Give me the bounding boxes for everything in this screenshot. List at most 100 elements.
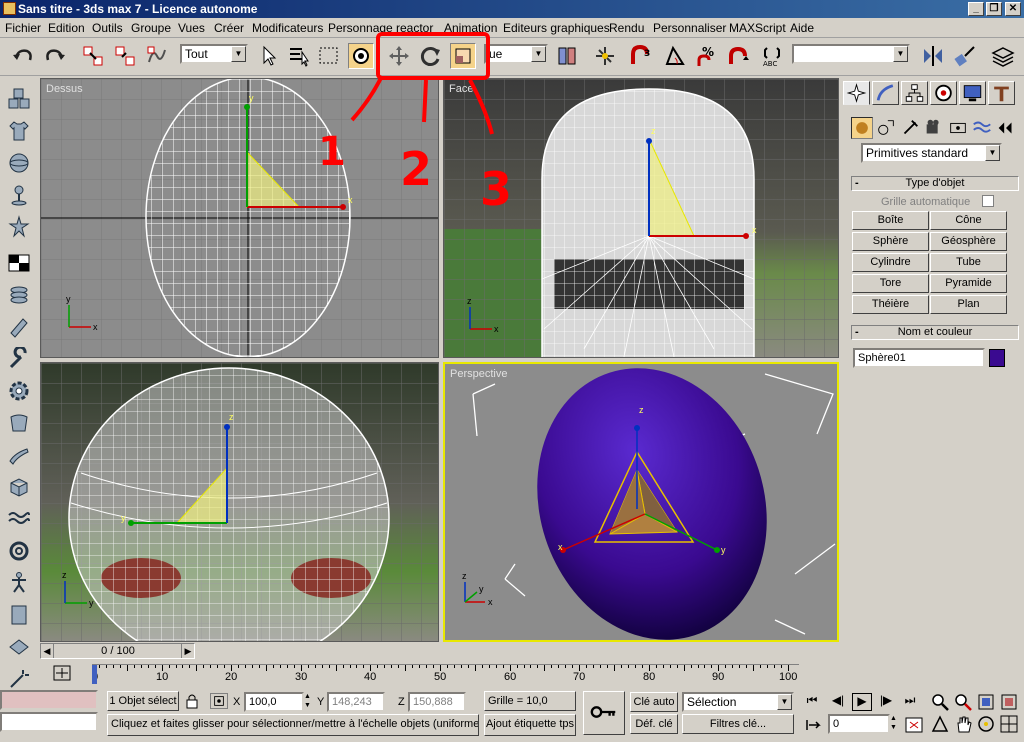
cylinder-button[interactable]: Cylindre — [852, 253, 929, 272]
zoom-all-icon[interactable] — [953, 692, 975, 712]
geometry-icon[interactable] — [851, 117, 873, 139]
align-icon[interactable] — [952, 43, 978, 69]
mirror-icon[interactable] — [920, 43, 946, 69]
select-and-manipulate-icon[interactable] — [592, 43, 618, 69]
current-frame-field[interactable]: 0 — [828, 714, 890, 734]
close-button[interactable]: ✕ — [1005, 2, 1021, 16]
zoom-extents-icon[interactable] — [976, 692, 998, 712]
geosphere-button[interactable]: Géosphère — [930, 232, 1007, 251]
hierarchy-tab-icon[interactable] — [901, 81, 928, 105]
wrench-icon[interactable] — [7, 345, 31, 371]
viewport-left[interactable]: y z y z — [40, 362, 439, 642]
pan-hand-icon[interactable] — [953, 714, 975, 734]
waves-icon[interactable] — [7, 507, 31, 531]
menu-item-vues[interactable]: Vues — [178, 21, 205, 35]
menu-item-rendu[interactable]: Rendu — [609, 21, 644, 35]
key-filters-button[interactable]: Filtres clé... — [682, 714, 794, 734]
timeline-current-frame-marker[interactable] — [92, 665, 97, 684]
set-key-big-button[interactable] — [583, 691, 625, 735]
minimize-button[interactable]: _ — [968, 2, 984, 16]
add-time-tag-button[interactable]: Ajout étiquette tps — [484, 714, 576, 736]
key-mode-dropdown[interactable]: Sélection ▼ — [682, 692, 794, 712]
motion-tab-icon[interactable] — [930, 81, 957, 105]
sphere-button[interactable]: Sphère — [852, 232, 929, 251]
gear-icon[interactable] — [7, 379, 31, 403]
autogrid-checkbox[interactable] — [982, 195, 994, 207]
object-name-field[interactable]: Sphère01 — [853, 348, 985, 368]
set-key-button[interactable]: Déf. clé — [630, 714, 678, 734]
layer-manager-icon[interactable] — [990, 43, 1016, 69]
time-prev-icon[interactable]: ◀ — [41, 644, 54, 658]
link-icon[interactable] — [80, 43, 106, 69]
lights-icon[interactable] — [899, 117, 921, 142]
torus-knot-icon[interactable] — [7, 539, 31, 563]
modify-tab-icon[interactable] — [872, 81, 899, 105]
named-selection-dropdown[interactable]: ▼ — [792, 44, 910, 64]
snap-toggle-icon[interactable]: 3 — [628, 43, 654, 69]
menu-item-edition[interactable]: Edition — [48, 21, 85, 35]
systems-icon[interactable] — [995, 117, 1017, 142]
menu-item-aide[interactable]: Aide — [790, 21, 814, 35]
unlink-icon[interactable] — [112, 43, 138, 69]
rollout-object-type[interactable]: - Type d'objet — [851, 176, 1019, 191]
arc-rotate-icon[interactable] — [976, 714, 998, 734]
cube-icon[interactable] — [7, 475, 31, 499]
percent-snap-icon[interactable]: % — [694, 43, 720, 69]
track-bar[interactable]: 0102030405060708090100 — [92, 664, 799, 685]
lock-icon[interactable] — [184, 693, 200, 709]
cloth-icon[interactable] — [7, 411, 31, 435]
box-button[interactable]: Boîte — [852, 211, 929, 230]
torus-button[interactable]: Tore — [852, 274, 929, 293]
restore-button[interactable]: ❐ — [986, 2, 1002, 16]
field-of-view-icon[interactable] — [930, 714, 952, 734]
angle-snap-icon[interactable] — [662, 43, 688, 69]
star-icon[interactable] — [7, 215, 31, 239]
utilities-tab-icon[interactable] — [988, 81, 1015, 105]
absolute-mode-icon[interactable] — [210, 693, 228, 709]
spinner-snap-icon[interactable] — [726, 43, 752, 69]
viewport-perspective-label[interactable]: Perspective — [450, 368, 507, 380]
sphere-icon[interactable] — [7, 151, 31, 175]
edit-named-selection-icon[interactable]: ABC — [760, 43, 786, 69]
boxes-icon[interactable] — [7, 87, 31, 111]
next-frame-icon[interactable]: |▶ — [876, 693, 896, 711]
menu-item-personnaliser[interactable]: Personnaliser — [653, 21, 726, 35]
spacewarps-icon[interactable] — [971, 117, 993, 142]
zoom-extents-all-icon[interactable] — [999, 692, 1021, 712]
frame-spinner-icon[interactable]: ▲ ▼ — [890, 714, 900, 734]
maxscript-listener-bottom[interactable] — [0, 712, 98, 732]
pyramid-button[interactable]: Pyramide — [930, 274, 1007, 293]
rollout-name-color[interactable]: - Nom et couleur — [851, 325, 1019, 340]
bind-spacewarp-icon[interactable] — [144, 43, 170, 69]
selection-filter-dropdown[interactable]: Tout ▼ — [180, 44, 248, 64]
maxscript-listener-top[interactable] — [0, 690, 98, 710]
checker-icon[interactable] — [7, 251, 31, 275]
key-mode-toggle-icon[interactable] — [804, 716, 824, 734]
teapot-button[interactable]: Théière — [852, 295, 929, 314]
menu-item-groupe[interactable]: Groupe — [131, 21, 171, 35]
plane-button[interactable]: Plan — [930, 295, 1007, 314]
maximize-viewport-icon[interactable] — [999, 714, 1021, 734]
zoom-icon[interactable] — [930, 692, 952, 712]
viewport-top-label[interactable]: Dessus — [46, 83, 83, 95]
viewport-perspective[interactable]: z x y x y z Perspective — [443, 362, 839, 642]
category-dropdown[interactable]: Primitives standard ▼ — [861, 143, 1002, 163]
brush-icon[interactable] — [7, 443, 31, 467]
menu-item-creer[interactable]: Créer — [214, 21, 244, 35]
pin-icon[interactable] — [7, 183, 31, 207]
menu-item-fichier[interactable]: Fichier — [5, 21, 41, 35]
auto-key-button[interactable]: Clé auto — [630, 692, 678, 712]
go-to-end-icon[interactable]: ⏭ — [900, 693, 920, 711]
create-tab-icon[interactable] — [843, 81, 870, 105]
cameras-icon[interactable] — [923, 117, 945, 142]
panel-icon[interactable] — [7, 603, 31, 627]
undo-icon[interactable] — [10, 43, 36, 69]
cylinder-icon[interactable] — [7, 315, 31, 339]
x-coord-field[interactable]: 100,0 — [244, 692, 304, 712]
play-icon[interactable]: ▶ — [852, 693, 872, 711]
object-color-swatch[interactable] — [989, 349, 1005, 367]
go-to-start-icon[interactable]: ⏮ — [802, 693, 822, 711]
helpers-icon[interactable] — [947, 117, 969, 142]
x-spinner-icon[interactable]: ▲ ▼ — [304, 692, 314, 712]
shapes-icon[interactable] — [875, 117, 897, 142]
